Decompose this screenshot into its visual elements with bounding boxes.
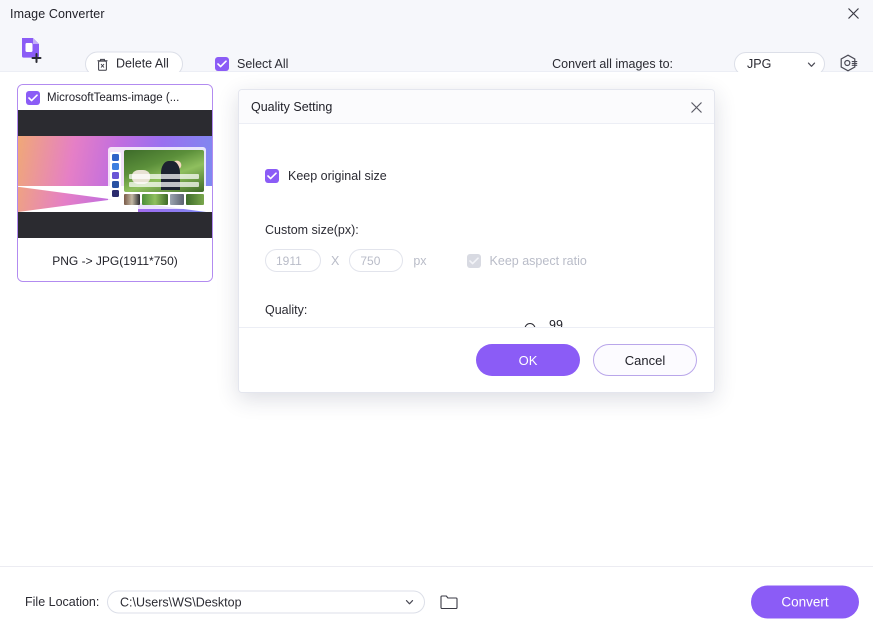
delete-all-label: Delete All [116, 56, 169, 71]
check-icon [28, 93, 38, 101]
thumbnail-toolrail [110, 152, 121, 198]
size-separator: X [331, 253, 340, 268]
file-conversion-label: PNG -> JPG(1911*750) [18, 241, 212, 281]
custom-size-row: X px Keep aspect ratio [265, 249, 587, 272]
add-file-icon [22, 38, 42, 63]
keep-original-size-label: Keep original size [288, 169, 387, 183]
convert-button[interactable]: Convert [751, 585, 859, 619]
file-card[interactable]: MicrosoftTeams-image (... PNG -> JPG(191… [17, 84, 213, 282]
file-name: MicrosoftTeams-image (... [47, 91, 180, 104]
dialog-footer: OK Cancel [239, 327, 714, 392]
file-location-value: C:\Users\WS\Desktop [120, 595, 242, 609]
quality-setting-dialog: Quality Setting Keep original size Custo… [238, 89, 715, 393]
ok-button[interactable]: OK [476, 344, 580, 376]
check-icon [217, 60, 227, 68]
cancel-button[interactable]: Cancel [593, 344, 697, 376]
check-icon [267, 172, 277, 180]
window-titlebar: Image Converter [0, 0, 873, 27]
toolbar: Delete All Select All Convert all images… [0, 27, 873, 77]
add-file-button[interactable] [17, 35, 47, 65]
checkbox-box [466, 253, 481, 268]
thumbnail-editor-overlay [108, 147, 206, 209]
trash-icon [97, 58, 108, 71]
convert-all-to-label: Convert all images to: [552, 57, 673, 71]
thumbnail-caption-bar-1 [128, 173, 200, 180]
thumbnail-timeline [124, 193, 204, 206]
close-icon [690, 101, 702, 113]
bottom-bar: File Location: C:\Users\WS\Desktop Conve… [0, 566, 873, 636]
image-converter-window: Image Converter Delete All Select All Co… [0, 0, 873, 636]
size-unit: px [413, 253, 427, 268]
chevron-down-icon [405, 599, 414, 605]
file-select-checkbox[interactable] [26, 90, 40, 105]
file-card-header: MicrosoftTeams-image (... [18, 85, 212, 110]
thumbnail-caption-bar-2 [128, 181, 200, 187]
keep-aspect-ratio-label: Keep aspect ratio [489, 253, 587, 268]
check-icon [468, 256, 479, 264]
custom-size-label: Custom size(px): [265, 223, 359, 237]
dialog-close-button[interactable] [686, 97, 706, 117]
checkbox-box [265, 169, 279, 183]
dialog-body: Keep original size Custom size(px): X px… [239, 124, 714, 392]
window-close-button[interactable] [833, 0, 873, 27]
keep-aspect-ratio-checkbox[interactable]: Keep aspect ratio [466, 253, 587, 268]
window-title: Image Converter [10, 6, 105, 21]
thumbnail-preview-video [124, 150, 204, 192]
file-thumbnail [18, 110, 212, 238]
height-input[interactable] [349, 249, 404, 272]
output-format-value: JPG [747, 57, 772, 71]
close-icon [847, 8, 859, 19]
dialog-header: Quality Setting [239, 90, 714, 124]
quality-label: Quality: [265, 303, 308, 317]
dialog-title: Quality Setting [251, 99, 333, 114]
checkbox-box [215, 57, 229, 71]
chevron-down-icon [807, 61, 816, 67]
width-input[interactable] [265, 249, 321, 272]
select-all-label: Select All [237, 57, 289, 71]
file-location-label: File Location: [25, 595, 100, 609]
folder-icon [440, 595, 458, 610]
keep-original-size-checkbox[interactable]: Keep original size [265, 169, 387, 183]
browse-folder-button[interactable] [440, 594, 458, 610]
file-location-select[interactable]: C:\Users\WS\Desktop [107, 590, 425, 614]
select-all-checkbox[interactable]: Select All [215, 57, 288, 71]
